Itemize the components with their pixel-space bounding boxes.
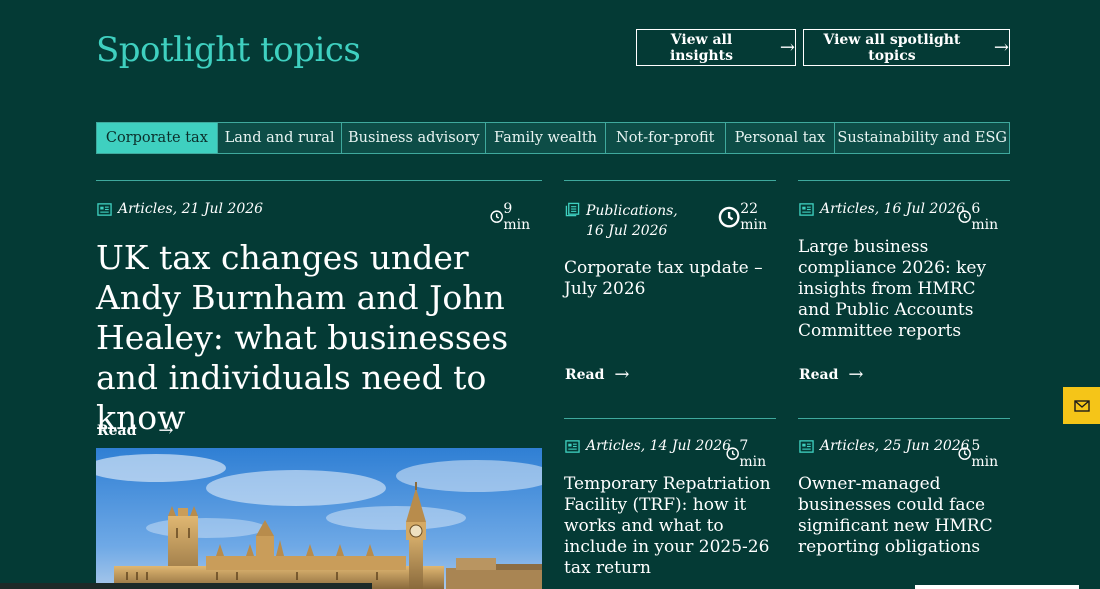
view-all-spotlight-topics-button[interactable]: View all spotlight topics → bbox=[803, 29, 1010, 66]
card-meta: Articles, 21 Jul 2026 bbox=[97, 201, 263, 217]
clock-icon bbox=[958, 210, 971, 224]
arrow-right-icon: → bbox=[779, 36, 795, 58]
card-title[interactable]: Large business compliance 2026: key insi… bbox=[798, 237, 1010, 342]
card-meta-text: Articles, 14 Jul 2026 bbox=[586, 438, 732, 454]
arrow-right-icon: → bbox=[158, 420, 174, 441]
tab-family-wealth[interactable]: Family wealth bbox=[486, 123, 606, 153]
card-divider bbox=[798, 180, 1010, 181]
tab-land-and-rural[interactable]: Land and rural bbox=[217, 123, 343, 153]
card-meta: Articles, 16 Jul 2026 bbox=[799, 201, 965, 217]
tab-corporate-tax[interactable]: Corporate tax bbox=[97, 123, 218, 153]
read-time-text: 6 min bbox=[971, 201, 999, 233]
card-divider bbox=[564, 180, 776, 181]
clock-icon bbox=[726, 447, 739, 461]
card-divider bbox=[798, 418, 1010, 419]
read-link[interactable]: Read → bbox=[97, 422, 174, 440]
card-meta: Publications, 16 Jul 2026 bbox=[565, 201, 695, 241]
view-all-insights-button[interactable]: View all insights → bbox=[636, 29, 796, 66]
page-title: Spotlight topics bbox=[96, 30, 361, 70]
arrow-right-icon: → bbox=[848, 364, 864, 385]
article-icon bbox=[565, 440, 580, 453]
read-time: 22 min bbox=[718, 201, 767, 233]
tab-business-advisory[interactable]: Business advisory bbox=[342, 123, 487, 153]
read-time-text: 7 min bbox=[739, 438, 767, 470]
read-label: Read bbox=[799, 367, 839, 383]
card-divider bbox=[564, 418, 776, 419]
read-label: Read bbox=[565, 367, 605, 383]
card-title[interactable]: Temporary Repatriation Facility (TRF): h… bbox=[564, 474, 776, 579]
publication-icon bbox=[565, 202, 580, 217]
card-meta-text: Articles, 25 Jun 2026 bbox=[820, 438, 970, 454]
card-divider bbox=[96, 180, 542, 181]
arrow-right-icon: → bbox=[614, 364, 630, 385]
cookie-banner-edge bbox=[0, 583, 372, 589]
westminster-photo bbox=[96, 448, 542, 589]
read-link[interactable]: Read → bbox=[565, 366, 630, 384]
tab-not-for-profit[interactable]: Not-for-profit bbox=[605, 123, 726, 153]
card-meta-text: Articles, 16 Jul 2026 bbox=[820, 201, 966, 217]
read-time-text: 22 min bbox=[740, 201, 768, 233]
clock-icon bbox=[718, 206, 740, 228]
topic-tabs: Corporate tax Land and rural Business ad… bbox=[96, 122, 1010, 154]
card-title[interactable]: UK tax changes under Andy Burnham and Jo… bbox=[96, 238, 542, 438]
read-time: 9 min bbox=[490, 201, 530, 233]
read-link[interactable]: Read → bbox=[799, 366, 864, 384]
tab-personal-tax[interactable]: Personal tax bbox=[725, 123, 836, 153]
card-meta-text: Articles, 21 Jul 2026 bbox=[118, 201, 264, 217]
hero-image-westminster[interactable] bbox=[96, 448, 542, 589]
card-meta-text: Publications, 16 Jul 2026 bbox=[586, 203, 678, 239]
article-icon bbox=[799, 440, 814, 453]
view-all-topics-label: View all spotlight topics bbox=[823, 31, 961, 64]
popup-edge bbox=[915, 585, 1079, 589]
view-all-insights-label: View all insights bbox=[669, 31, 733, 64]
card-meta: Articles, 25 Jun 2026 bbox=[799, 438, 970, 454]
read-time: 6 min bbox=[958, 201, 998, 233]
mail-icon bbox=[1073, 399, 1090, 412]
read-label: Read bbox=[97, 423, 137, 439]
read-time-text: 9 min bbox=[503, 201, 531, 233]
read-time-text: 5 min bbox=[971, 438, 999, 470]
card-meta: Articles, 14 Jul 2026 bbox=[565, 438, 731, 454]
newsletter-signup-button[interactable] bbox=[1063, 387, 1100, 424]
card-title[interactable]: Corporate tax update – July 2026 bbox=[564, 258, 776, 300]
clock-icon bbox=[958, 447, 971, 461]
read-time: 7 min bbox=[726, 438, 766, 470]
card-title[interactable]: Owner-managed businesses could face sign… bbox=[798, 474, 1010, 558]
article-icon bbox=[97, 203, 112, 216]
tab-sustainability-and-esg[interactable]: Sustainability and ESG bbox=[835, 123, 1009, 153]
clock-icon bbox=[490, 210, 503, 224]
arrow-right-icon: → bbox=[993, 36, 1009, 58]
article-icon bbox=[799, 203, 814, 216]
read-time: 5 min bbox=[958, 438, 998, 470]
